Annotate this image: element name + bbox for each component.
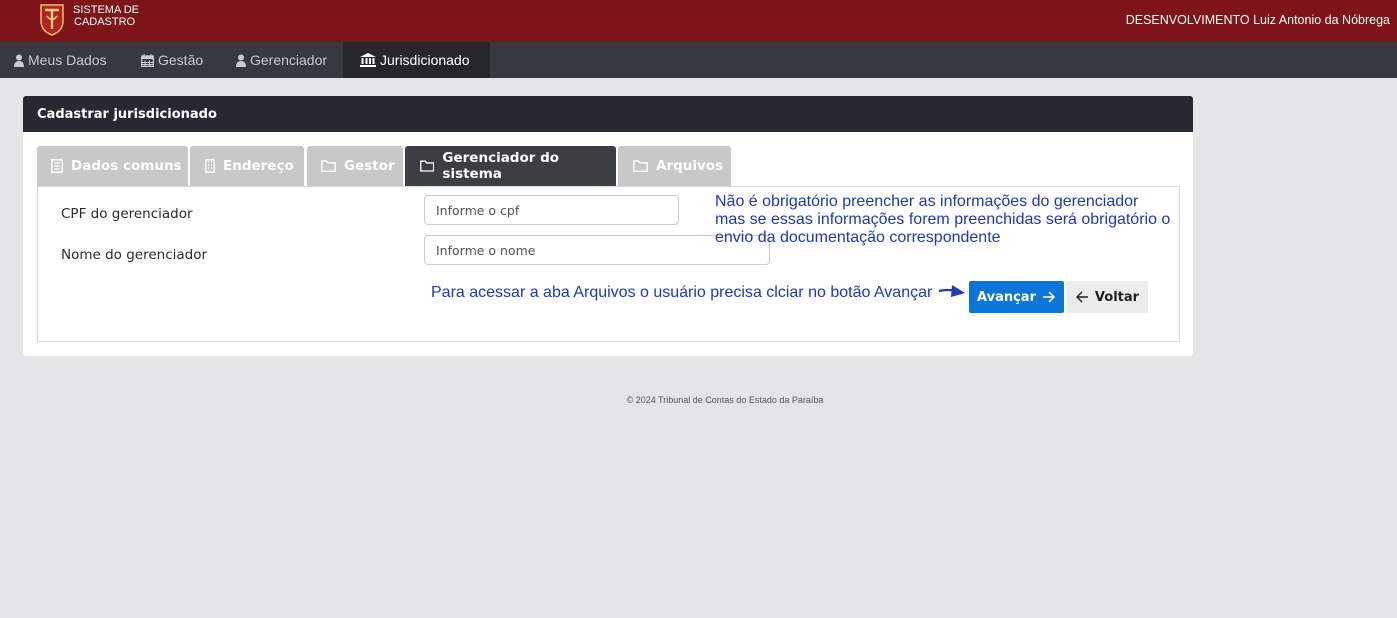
nav-item-jurisdicionado[interactable]: Jurisdicionado — [343, 42, 490, 78]
arrow-left-icon — [1075, 291, 1088, 303]
folder-icon — [321, 160, 336, 172]
tab-endereco[interactable]: Endereço — [190, 146, 304, 186]
main-nav: Meus Dados Gestão Gerenciador Jurisdicio… — [0, 42, 1397, 78]
voltar-button[interactable]: Voltar — [1066, 281, 1148, 313]
brand-name: SISTEMA DE CADASTRO — [73, 4, 139, 28]
tab-gerenciador-do-sistema[interactable]: Gerenciador do sistema — [405, 146, 616, 186]
cpf-input[interactable] — [424, 195, 679, 225]
document-icon — [51, 159, 63, 173]
nav-item-gestao[interactable]: Gestão — [141, 42, 203, 78]
tab-label: Gerenciador do sistema — [442, 150, 560, 182]
arrow-right-icon — [1043, 291, 1056, 303]
bank-icon — [360, 53, 376, 67]
voltar-label: Voltar — [1094, 289, 1140, 305]
register-card: Cadastrar jurisdicionado Dados comuns En… — [23, 96, 1193, 356]
tab-label: Dados comuns — [71, 158, 182, 174]
top-bar: SISTEMA DE CADASTRO DESENVOLVIMENTO Luiz… — [0, 0, 1397, 42]
nav-item-label: Meus Dados — [28, 52, 107, 68]
tab-dados-comuns[interactable]: Dados comuns — [37, 146, 188, 186]
user-name[interactable]: DESENVOLVIMENTO Luiz Antonio da Nóbrega — [1126, 13, 1390, 27]
folder-icon — [420, 160, 435, 172]
card-title: Cadastrar jurisdicionado — [23, 96, 1193, 132]
tab-arquivos[interactable]: Arquivos — [618, 146, 731, 186]
optional-info-note: Não é obrigatório preencher as informaçõ… — [715, 193, 1185, 247]
tab-label: Endereço — [223, 158, 294, 174]
user-icon — [14, 54, 24, 67]
nome-label: Nome do gerenciador — [61, 247, 208, 263]
tab-gestor[interactable]: Gestor — [307, 146, 403, 186]
note-line-3: envio da documentação correspondente — [715, 229, 1001, 246]
arrow-right-icon — [938, 285, 965, 297]
note-line-2: mas se essas informações forem preenchid… — [715, 211, 1171, 228]
tab-label: Gestor — [344, 158, 395, 174]
nav-item-label: Jurisdicionado — [380, 52, 470, 68]
tribunal-logo-icon[interactable] — [39, 3, 65, 36]
folder-icon — [633, 160, 648, 172]
nav-item-gerenciador[interactable]: Gerenciador — [236, 42, 327, 78]
nav-item-label: Gestão — [158, 52, 204, 68]
nav-item-label: Gerenciador — [250, 52, 328, 68]
footer-copyright: © 2024 Tribunal de Contas do Estado da P… — [626, 395, 824, 405]
note-line-1: Não é obrigatório preencher as informaçõ… — [715, 193, 1139, 210]
avancar-label: Avançar — [977, 289, 1036, 305]
nav-item-meus-dados[interactable]: Meus Dados — [14, 42, 107, 78]
brand-line-2: CADASTRO — [74, 16, 136, 28]
brand-line-1: SISTEMA DE — [73, 4, 140, 16]
calendar-icon — [141, 53, 154, 67]
tab-label: Arquivos — [656, 158, 724, 174]
user-icon — [236, 54, 246, 67]
building-icon — [205, 159, 215, 173]
avancar-button[interactable]: Avançar — [969, 281, 1064, 313]
cpf-label: CPF do gerenciador — [61, 206, 193, 222]
arrow-note: Para acessar a aba Arquivos o usuário pr… — [431, 284, 933, 301]
